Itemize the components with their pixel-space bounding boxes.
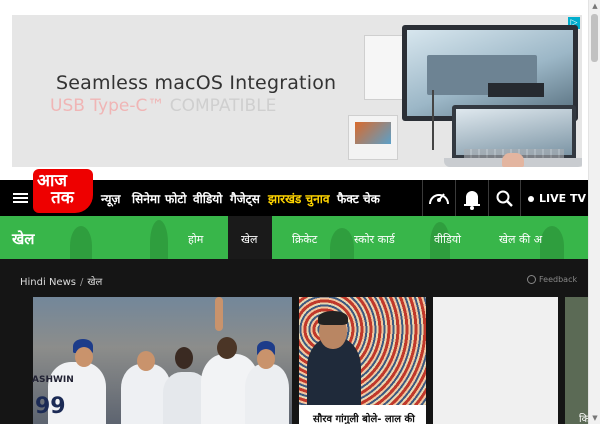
nav-item-fact-check[interactable]: फैक्ट चेक	[337, 190, 380, 207]
nav-item-photo[interactable]: फोटो	[165, 190, 187, 207]
notification-bell-icon[interactable]	[455, 180, 487, 216]
tab-sports[interactable]: खेल	[241, 232, 257, 247]
news-card-headline[interactable]: सौरव गांगुली बोले- लाल की	[313, 411, 415, 424]
tab-video[interactable]: वीडियो	[434, 232, 461, 247]
live-dot-icon	[528, 196, 534, 202]
live-tv-label[interactable]: LIVE TV	[528, 192, 586, 205]
ad-cable	[432, 90, 434, 150]
live-tv-text: LIVE TV	[539, 192, 586, 205]
feedback-label: Feedback	[539, 275, 578, 284]
search-icon[interactable]	[488, 180, 520, 216]
jersey-number: 99	[35, 394, 66, 419]
vertical-scrollbar[interactable]: ▲ ▼	[588, 0, 600, 424]
ad-subline: USB Type-C™ COMPATIBLE	[50, 96, 276, 116]
aajtak-logo[interactable]: आज तक	[33, 169, 93, 213]
news-card-featured[interactable]	[33, 297, 292, 424]
nav-item-jharkhand-election[interactable]: झारखंड चुनाव	[268, 190, 330, 207]
ad-hand	[502, 153, 524, 167]
feedback-button[interactable]: Feedback	[527, 275, 577, 284]
nav-item-cinema[interactable]: सिनेमा	[132, 190, 160, 207]
ad-monitor-small	[348, 115, 398, 160]
breadcrumb-home[interactable]: Hindi News	[20, 277, 76, 288]
news-card-partial[interactable]	[565, 297, 588, 424]
speedometer-icon[interactable]	[422, 180, 454, 216]
breadcrumb-current: खेल	[87, 277, 103, 288]
ad-subline-rest: COMPATIBLE	[164, 96, 277, 116]
ad-headline: Seamless macOS Integration	[56, 72, 337, 94]
nav-item-video[interactable]: वीडियो	[193, 190, 222, 207]
feedback-icon	[527, 275, 536, 284]
advertisement-banner[interactable]: ▷ Seamless macOS Integration USB Type-C™…	[12, 15, 582, 167]
nav-item-gadgets[interactable]: गैजेट्स	[230, 190, 260, 207]
section-title: खेल	[12, 230, 35, 248]
jersey-name: ASHWIN	[32, 375, 74, 385]
tab-more-sports[interactable]: खेल की अ	[499, 232, 542, 247]
page: ▷ Seamless macOS Integration USB Type-C™…	[0, 0, 600, 424]
breadcrumb: Hindi News / खेल	[20, 274, 102, 288]
scrollbar-thumb[interactable]	[591, 14, 598, 62]
tab-scorecard[interactable]: स्कोर कार्ड	[354, 232, 395, 247]
news-card-placeholder[interactable]	[433, 297, 558, 424]
scroll-up-icon[interactable]: ▲	[591, 2, 599, 10]
news-card-ganguly[interactable]	[299, 297, 426, 424]
ad-dock	[488, 83, 544, 97]
hamburger-menu-icon[interactable]	[13, 193, 28, 204]
nav-item-news[interactable]: न्यूज़	[101, 190, 120, 207]
scroll-down-icon[interactable]: ▼	[591, 414, 599, 422]
logo-line2: तक	[51, 188, 74, 208]
ad-subline-colored: USB Type-C™	[50, 96, 165, 116]
tab-home[interactable]: होम	[188, 232, 203, 247]
breadcrumb-separator: /	[79, 277, 84, 288]
tab-cricket[interactable]: क्रिकेट	[292, 232, 317, 247]
